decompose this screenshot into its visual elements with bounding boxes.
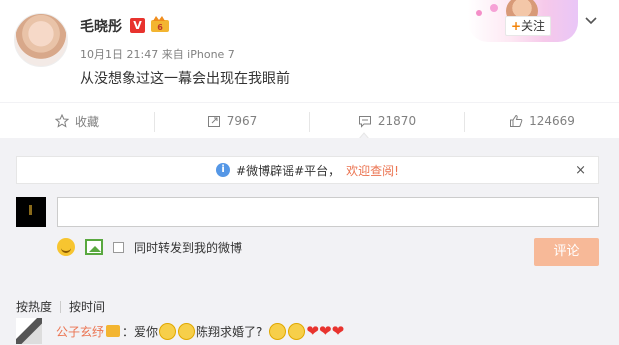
like-count: 124669: [529, 114, 575, 128]
image-icon[interactable]: [85, 239, 103, 255]
heart-icon: ❤: [318, 322, 332, 340]
follow-button[interactable]: +关注: [505, 16, 551, 36]
post-action-bar: 收藏 7967 21870 124669: [0, 102, 619, 140]
notice-link[interactable]: 欢迎查阅!: [346, 162, 399, 179]
weibo-post: 毛晓彤 V 6 10月1日 21:47 来自 iPhone 7 从没想象过这一幕…: [0, 0, 619, 102]
comment-text-part: ：爱你: [122, 324, 159, 339]
star-icon: [54, 114, 69, 128]
laugh-emoji-icon: [269, 322, 287, 340]
laugh-emoji-icon: [178, 322, 196, 340]
bubble-decoration: [490, 4, 498, 12]
verified-v-badge[interactable]: V: [130, 18, 145, 33]
comment-count: 21870: [377, 114, 417, 128]
comment-tools: 同时转发到我的微博: [57, 237, 242, 257]
post-text: 从没想象过这一幕会出现在我眼前: [80, 71, 290, 87]
comment-text-part: 陈翔求婚了?: [196, 324, 263, 339]
close-icon[interactable]: ×: [575, 163, 586, 178]
chevron-down-icon[interactable]: [584, 14, 598, 30]
rumor-notice-banner: i #微博辟谣#平台， 欢迎查阅! ×: [16, 156, 599, 184]
sort-by-time[interactable]: 按时间: [69, 298, 105, 315]
post-meta: 10月1日 21:47 来自 iPhone 7: [80, 48, 235, 61]
heart-icon: ❤: [306, 322, 319, 340]
divider: [60, 300, 62, 313]
emoji-icon[interactable]: [57, 238, 75, 256]
vip-badge-icon[interactable]: [106, 325, 121, 337]
vip-badge-icon[interactable]: 6: [150, 15, 170, 33]
bubble-decoration: [476, 10, 482, 16]
repost-checkbox-label[interactable]: 同时转发到我的微博: [134, 239, 242, 256]
author-name[interactable]: 毛晓彤: [80, 16, 122, 36]
repost-icon: [207, 116, 220, 127]
commenter-avatar[interactable]: [16, 318, 42, 344]
commenter-name[interactable]: 公子玄纾: [56, 323, 104, 340]
info-icon: i: [216, 163, 231, 177]
comment-input[interactable]: [57, 197, 599, 227]
heart-icon: ❤: [331, 322, 345, 340]
laugh-emoji-icon: [159, 322, 177, 340]
comment-button[interactable]: 21870: [310, 103, 464, 139]
favorite-label: 收藏: [74, 114, 99, 129]
submit-comment-button[interactable]: 评论: [534, 238, 599, 266]
like-button[interactable]: 124669: [465, 103, 619, 139]
repost-button[interactable]: 7967: [155, 103, 309, 139]
comment-panel: i #微博辟谣#平台， 欢迎查阅! × 同时转发到我的微博 评论 按热度 按时间 …: [0, 138, 619, 345]
author-avatar[interactable]: [14, 13, 68, 67]
notice-text[interactable]: #微博辟谣#平台，: [236, 162, 340, 179]
thumbs-up-icon: [510, 114, 523, 127]
comment-sort: 按热度 按时间: [16, 298, 105, 315]
current-user-avatar: [16, 197, 46, 227]
comment-icon: [358, 116, 371, 128]
comment-item: 公子玄纾 ：爱你 陈翔求婚了? ❤ ❤ ❤: [16, 318, 345, 344]
repost-count: 7967: [226, 114, 258, 128]
laugh-emoji-icon: [288, 322, 306, 340]
repost-checkbox[interactable]: [113, 241, 124, 253]
sort-by-hot[interactable]: 按热度: [16, 298, 52, 315]
favorite-button[interactable]: 收藏: [0, 103, 154, 139]
svg-text:6: 6: [157, 23, 163, 32]
